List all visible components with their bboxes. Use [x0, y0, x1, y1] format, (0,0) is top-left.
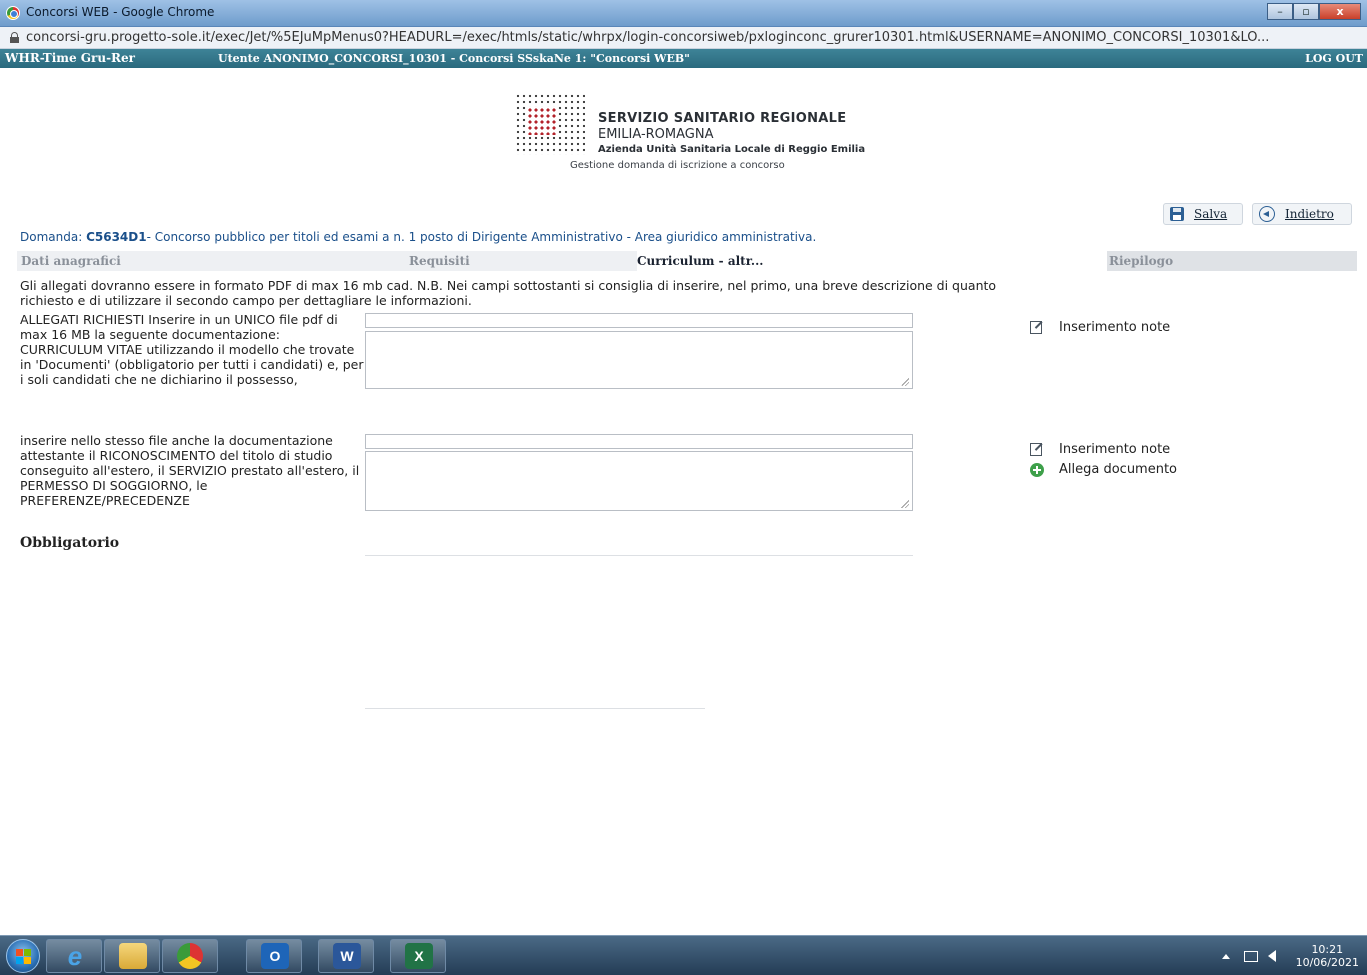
insert-notes-link-2[interactable]: Inserimento note	[1030, 442, 1170, 457]
add-attachment-icon	[1030, 462, 1044, 477]
network-icon[interactable]	[1243, 950, 1258, 962]
logo-line-1: SERVIZIO SANITARIO REGIONALE	[598, 111, 847, 126]
logo-line-3: Azienda Unità Sanitaria Locale di Reggio…	[598, 144, 866, 155]
field-label-curriculum: ALLEGATI RICHIESTI Inserire in un UNICO …	[20, 312, 364, 387]
application-description: Domanda: C5634D1- Concorso pubblico per …	[20, 230, 816, 244]
tab-dati-anagrafici[interactable]: Dati anagrafici	[17, 251, 409, 271]
save-button[interactable]: Salva	[1163, 203, 1243, 225]
application-title: - Concorso pubblico per titoli ed esami …	[146, 230, 817, 244]
tab-riepilogo[interactable]: Riepilogo	[1107, 251, 1357, 271]
folder-icon	[119, 943, 147, 969]
taskbar-chrome[interactable]	[162, 939, 218, 973]
volume-icon[interactable]	[1267, 950, 1276, 962]
logo-text: SERVIZIO SANITARIO REGIONALE EMILIA-ROMA…	[598, 111, 865, 155]
app-header: WHR-Time Gru-Rer Utente ANONIMO_CONCORSI…	[0, 49, 1367, 68]
taskbar-word[interactable]: W	[318, 939, 374, 973]
chrome-icon	[6, 6, 20, 20]
field-label-documentazione: inserire nello stesso file anche la docu…	[20, 433, 360, 508]
maximize-button[interactable]: ▫	[1293, 3, 1319, 20]
logo-line-2: EMILIA-ROMAGNA	[598, 127, 714, 142]
taskbar-file-explorer[interactable]	[104, 939, 160, 973]
url-text[interactable]: concorsi-gru.progetto-sole.it/exec/Jet/%…	[26, 30, 1361, 45]
browser-title-bar: Concorsi WEB - Google Chrome – ▫ x	[0, 0, 1367, 27]
clock[interactable]: 10:21 10/06/2021	[1296, 943, 1359, 969]
application-prefix: Domanda:	[20, 230, 87, 244]
back-label: Indietro	[1285, 207, 1334, 221]
excel-icon: X	[405, 943, 433, 969]
required-indicator: Obbligatorio	[20, 535, 120, 551]
insert-notes-label-2: Inserimento note	[1059, 442, 1171, 457]
resize-grip-icon[interactable]	[901, 378, 909, 386]
logout-link[interactable]: LOG OUT	[1305, 52, 1363, 65]
application-code: C5634D1	[86, 230, 147, 244]
back-button[interactable]: Indietro	[1252, 203, 1352, 225]
start-button[interactable]	[6, 939, 40, 973]
tab-requisiti[interactable]: Requisiti	[409, 251, 637, 271]
address-bar[interactable]: concorsi-gru.progetto-sole.it/exec/Jet/%…	[0, 27, 1367, 49]
back-arrow-icon	[1259, 206, 1275, 222]
details-textarea-2[interactable]	[365, 451, 913, 511]
internet-explorer-icon: e	[67, 941, 83, 971]
attach-document-link[interactable]: Allega documento	[1030, 462, 1177, 477]
clock-date: 10/06/2021	[1295, 956, 1359, 969]
user-info: Utente ANONIMO_CONCORSI_10301 - Concorsi…	[218, 52, 690, 65]
details-textarea-1[interactable]	[365, 331, 913, 389]
insert-notes-link-1[interactable]: Inserimento note	[1030, 320, 1170, 335]
short-description-input-1[interactable]	[365, 313, 913, 328]
attach-document-label: Allega documento	[1059, 462, 1178, 477]
lock-icon	[10, 32, 19, 43]
logo-dot-grid	[515, 93, 585, 155]
short-description-input-2[interactable]	[365, 434, 913, 449]
window-controls: – ▫ x	[1267, 3, 1361, 20]
clock-time: 10:21	[1311, 943, 1344, 956]
outlook-icon: O	[261, 943, 289, 969]
resize-grip-icon[interactable]	[901, 500, 909, 508]
system-tray: 10:21 10/06/2021	[1221, 942, 1359, 970]
taskbar-outlook[interactable]: O	[246, 939, 302, 973]
divider	[365, 708, 705, 709]
divider	[365, 555, 913, 556]
edit-note-icon	[1030, 443, 1042, 456]
floppy-disk-icon	[1170, 207, 1184, 221]
save-label: Salva	[1194, 207, 1228, 221]
window-title: Concorsi WEB - Google Chrome	[26, 5, 215, 19]
show-hidden-icons-icon[interactable]	[1221, 953, 1230, 959]
tab-curriculum[interactable]: Curriculum - altr...	[637, 251, 1107, 271]
page-subtitle: Gestione domanda di iscrizione a concors…	[570, 160, 785, 171]
taskbar-internet-explorer[interactable]: e	[46, 939, 102, 973]
word-icon: W	[333, 943, 361, 969]
insert-notes-label-1: Inserimento note	[1059, 320, 1171, 335]
app-name: WHR-Time Gru-Rer	[5, 51, 135, 65]
taskbar-excel[interactable]: X	[390, 939, 446, 973]
instructions-text: Gli allegati dovranno essere in formato …	[20, 278, 997, 308]
minimize-button[interactable]: –	[1267, 3, 1293, 20]
edit-note-icon	[1030, 321, 1042, 334]
chrome-icon	[177, 943, 203, 969]
close-button[interactable]: x	[1319, 3, 1361, 20]
tab-bar: Dati anagrafici Requisiti Curriculum - a…	[17, 251, 1357, 271]
windows-taskbar: e O W X 10:21 10/06/2021	[0, 935, 1367, 975]
